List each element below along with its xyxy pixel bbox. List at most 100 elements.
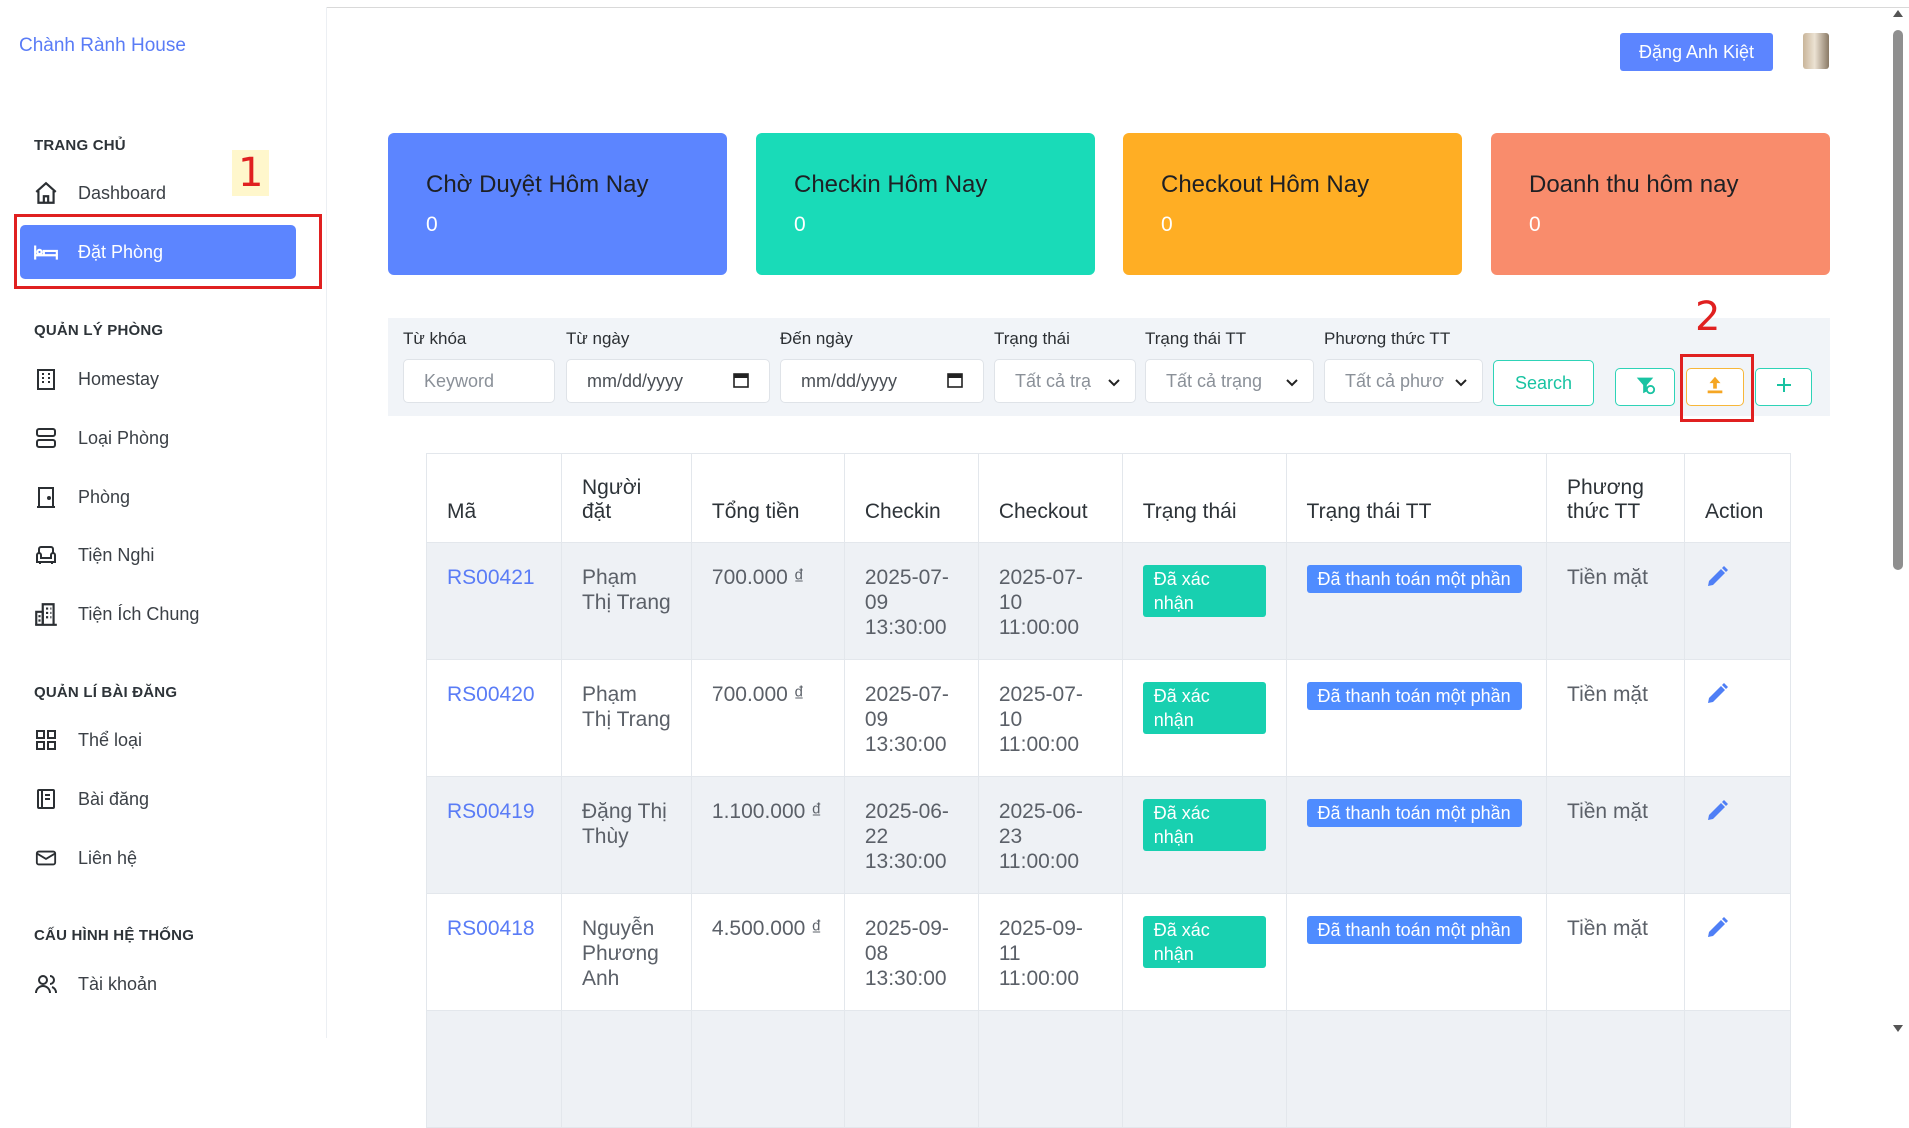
section-title-system: CẤU HÌNH HỆ THỐNG (34, 927, 195, 944)
pay-method-label: Phương thức TT (1324, 329, 1451, 348)
sidebar-item-label: Bài đăng (78, 788, 150, 809)
checkout-time: 2025-07-10 11:00:00 (977, 659, 1123, 777)
column-header[interactable]: Phương thức TT (1546, 453, 1685, 543)
sofa-icon (32, 541, 60, 569)
total-amount: 700.000 ₫ (690, 542, 845, 660)
sidebar-item-phong[interactable]: Phòng (20, 470, 296, 524)
section-title-posts: QUẢN LÍ BÀI ĐĂNG (34, 684, 178, 701)
column-header: Action (1683, 453, 1792, 543)
column-header[interactable]: Tổng tiền (690, 453, 845, 543)
from-date-input[interactable]: mm/dd/yyyy (566, 359, 770, 403)
stat-title: Doanh thu hôm nay (1529, 171, 1739, 198)
booking-code-link[interactable]: RS00421 (447, 566, 535, 589)
payment-status-badge: Đã thanh toán một phần (1306, 682, 1522, 710)
customer-name: Đặng Thị Thùy (560, 776, 692, 894)
payment-method: Tiền mặt (1546, 776, 1685, 894)
edit-icon[interactable] (1705, 800, 1729, 828)
column-header[interactable]: Trạng thái (1121, 453, 1287, 543)
stat-value: 0 (426, 213, 438, 236)
sidebar-item-label: Tài khoản (78, 973, 158, 994)
table-row: RS00420 Phạm Thị Trang 700.000 ₫ 2025-07… (426, 659, 1792, 777)
status-badge: Đã xác nhận (1142, 916, 1266, 968)
user-menu-button[interactable]: Đặng Anh Kiệt (1620, 33, 1773, 71)
sidebar-item-label: Liên hệ (78, 847, 138, 868)
door-icon (32, 483, 60, 511)
checkin-time: 2025-06-22 13:30:00 (843, 776, 979, 894)
sidebar-item-loai-phong[interactable]: Loại Phòng (20, 411, 296, 465)
from-date-label: Từ ngày (566, 329, 630, 348)
calendar-icon[interactable] (947, 372, 963, 393)
book-icon (32, 785, 60, 813)
sidebar-item-tai-khoan[interactable]: Tài khoản (20, 957, 296, 1011)
total-amount: 1.100.000 ₫ (690, 776, 845, 894)
payment-status-badge: Đã thanh toán một phần (1306, 565, 1522, 593)
checkout-time: 2025-09-11 11:00:00 (977, 893, 1123, 1011)
status-select[interactable]: Tất cả trạ (994, 359, 1136, 403)
pay-method-select[interactable]: Tất cả phươ (1324, 359, 1483, 403)
mail-icon (32, 844, 60, 872)
keyword-input[interactable]: Keyword (403, 359, 555, 403)
booking-code-link[interactable]: RS00418 (447, 917, 535, 940)
stat-value: 0 (1161, 213, 1173, 236)
edit-icon[interactable] (1705, 566, 1729, 594)
column-header[interactable]: Trạng thái TT (1285, 453, 1548, 543)
layers-icon (32, 424, 60, 452)
sidebar-item-homestay[interactable]: Homestay (20, 352, 296, 406)
vertical-scrollbar[interactable] (1893, 30, 1903, 570)
to-date-input[interactable]: mm/dd/yyyy (780, 359, 984, 403)
calendar-icon[interactable] (733, 372, 749, 393)
city-icon (32, 600, 60, 628)
stat-title: Checkout Hôm Nay (1161, 171, 1370, 198)
from-date-placeholder: mm/dd/yyyy (587, 370, 684, 391)
annotation-2: 2 (1695, 294, 1721, 340)
sidebar-item-tien-nghi[interactable]: Tiện Nghi (20, 528, 296, 582)
scroll-down-arrow[interactable] (1893, 1025, 1903, 1032)
sidebar-item-bai-dang[interactable]: Bài đăng (20, 772, 296, 826)
chevron-down-icon (1454, 374, 1468, 395)
edit-icon[interactable] (1705, 917, 1729, 945)
checkout-time: 2025-07-10 11:00:00 (977, 542, 1123, 660)
stat-card-checkout: Checkout Hôm Nay 0 (1123, 133, 1462, 275)
brand-link[interactable]: Chành Rành House (19, 35, 186, 57)
sidebar-item-tien-ich-chung[interactable]: Tiện Ích Chung (20, 587, 296, 641)
status-badge: Đã xác nhận (1142, 682, 1266, 734)
stat-value: 0 (794, 213, 806, 236)
scroll-up-arrow[interactable] (1893, 10, 1903, 17)
plus-icon (1775, 376, 1793, 399)
table-row: RS00418 Nguyễn Phương Anh 4.500.000 ₫ 20… (426, 893, 1792, 1011)
add-button[interactable] (1755, 368, 1812, 406)
avatar[interactable] (1803, 33, 1829, 69)
sidebar-item-label: Phòng (78, 486, 131, 507)
filter-clear-icon (1634, 374, 1656, 401)
to-date-placeholder: mm/dd/yyyy (801, 370, 898, 391)
column-header[interactable]: Checkin (843, 453, 979, 543)
search-button[interactable]: Search (1493, 360, 1594, 406)
booking-code-link[interactable]: RS00419 (447, 800, 535, 823)
checkin-time: 2025-09-08 13:30:00 (843, 893, 979, 1011)
sidebar-item-label: Tiện Ích Chung (78, 603, 200, 624)
to-date-label: Đến ngày (780, 329, 853, 348)
pay-status-select[interactable]: Tất cả trạng (1145, 359, 1314, 403)
sidebar-item-label: Loại Phòng (78, 427, 170, 448)
edit-icon[interactable] (1705, 683, 1729, 711)
stat-title: Checkin Hôm Nay (794, 171, 988, 198)
table-row: RS00419 Đặng Thị Thùy 1.100.000 ₫ 2025-0… (426, 776, 1792, 894)
sidebar-item-label: Thể loại (78, 729, 143, 750)
column-header[interactable]: Checkout (977, 453, 1123, 543)
booking-code-link[interactable]: RS00420 (447, 683, 535, 706)
sidebar-item-label: Dashboard (78, 182, 167, 203)
checkin-time: 2025-07-09 13:30:00 (843, 542, 979, 660)
payment-method: Tiền mặt (1546, 893, 1685, 1011)
sidebar-item-lien-he[interactable]: Liên hệ (20, 831, 296, 885)
table-row-partial (426, 1010, 1792, 1128)
column-header[interactable]: Mã (426, 453, 562, 543)
payment-method: Tiền mặt (1546, 659, 1685, 777)
status-badge: Đã xác nhận (1142, 799, 1266, 851)
table-header-row: Mã Người đặt Tổng tiền Checkin Checkout … (426, 453, 1792, 543)
pay-status-label: Trạng thái TT (1145, 329, 1247, 348)
keyword-label: Từ khóa (403, 329, 467, 348)
sidebar-item-the-loai[interactable]: Thể loại (20, 713, 296, 767)
column-header[interactable]: Người đặt (560, 453, 692, 543)
clear-filter-button[interactable] (1615, 368, 1675, 406)
customer-name: Nguyễn Phương Anh (560, 893, 692, 1011)
